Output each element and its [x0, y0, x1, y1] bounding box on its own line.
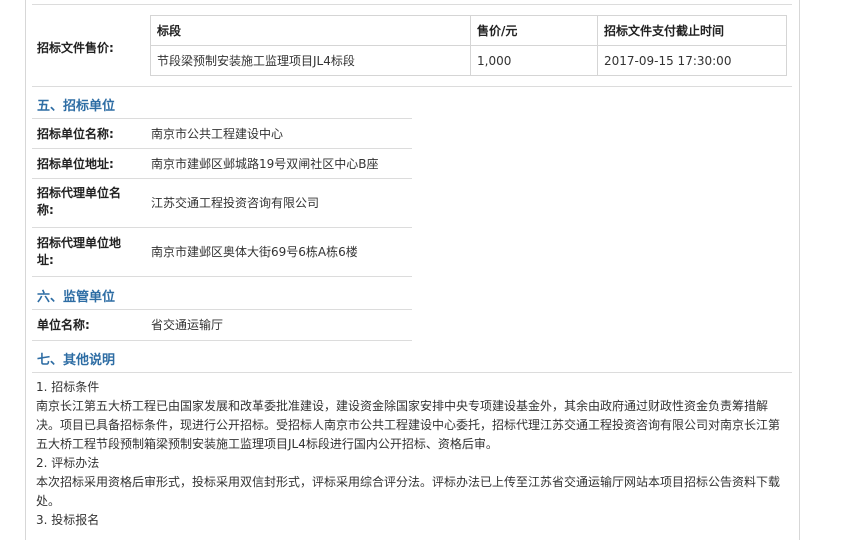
table-row: 节段梁预制安装施工监理项目JL4标段 1,000 2017-09-15 17:3… — [150, 45, 787, 76]
field-label: 招标单位地址: — [37, 157, 114, 171]
column-header: 售价/元 — [470, 15, 598, 46]
bidder-name: 南京市公共工程建设中心 — [151, 127, 284, 141]
row-divider — [32, 178, 412, 179]
row-divider — [32, 148, 412, 149]
row-divider — [32, 340, 412, 341]
price-table-header: 标段 售价/元 招标文件支付截止时间 — [150, 15, 787, 46]
row-divider — [32, 227, 412, 228]
table-cell: 1,000 — [470, 45, 598, 76]
column-header: 标段 — [150, 15, 471, 46]
section-title-other: 七、其他说明 — [37, 353, 116, 368]
field-label: 招标代理单位地址: — [37, 236, 122, 267]
item-heading: 3. 投标报名 — [36, 513, 100, 527]
paragraph-line: 决。项目已具备招标条件，现进行公开招标。受招标人南京市公共工程建设中心委托，招标… — [36, 418, 781, 432]
row-divider — [32, 276, 412, 277]
item-heading: 2. 评标办法 — [36, 456, 100, 470]
row-divider — [32, 86, 792, 87]
field-label: 单位名称: — [37, 318, 90, 332]
paragraph-line: 处。 — [36, 494, 61, 508]
paragraph-line: 南京长江第五大桥工程已由国家发展和改革委批准建设，建设资金除国家安排中央专项建设… — [36, 399, 769, 413]
row-divider — [32, 118, 412, 119]
price-table: 标段 售价/元 招标文件支付截止时间 节段梁预制安装施工监理项目JL4标段 1,… — [150, 15, 787, 76]
paragraph-line: 本次招标采用资格后审形式，投标采用双信封形式，评标采用综合评分法。评标办法已上传… — [36, 475, 781, 489]
field-label: 招标代理单位名称: — [37, 186, 122, 217]
other-notes: 1. 招标条件 南京长江第五大桥工程已由国家发展和改革委批准建设，建设资金除国家… — [36, 378, 781, 530]
table-cell: 节段梁预制安装施工监理项目JL4标段 — [150, 45, 471, 76]
section-title-supervisor: 六、监管单位 — [37, 290, 116, 305]
section-title-bidder: 五、招标单位 — [37, 99, 116, 114]
field-label: 招标单位名称: — [37, 127, 114, 141]
price-label: 招标文件售价: — [37, 41, 114, 55]
agent-address: 南京市建邺区奥体大街69号6栋A栋6楼 — [151, 245, 358, 259]
supervisor-name: 省交通运输厅 — [151, 318, 224, 332]
paragraph-line: 五大桥工程节段预制箱梁预制安装施工监理项目JL4标段进行国内公开招标、资格后审。 — [36, 437, 498, 451]
bidder-address: 南京市建邺区邺城路19号双闸社区中心B座 — [151, 157, 379, 171]
item-heading: 1. 招标条件 — [36, 380, 100, 394]
column-header: 招标文件支付截止时间 — [597, 15, 787, 46]
row-divider — [32, 4, 792, 5]
agent-name: 江苏交通工程投资咨询有限公司 — [151, 196, 320, 210]
row-divider — [32, 309, 412, 310]
table-cell: 2017-09-15 17:30:00 — [597, 45, 787, 76]
row-divider — [32, 372, 792, 373]
